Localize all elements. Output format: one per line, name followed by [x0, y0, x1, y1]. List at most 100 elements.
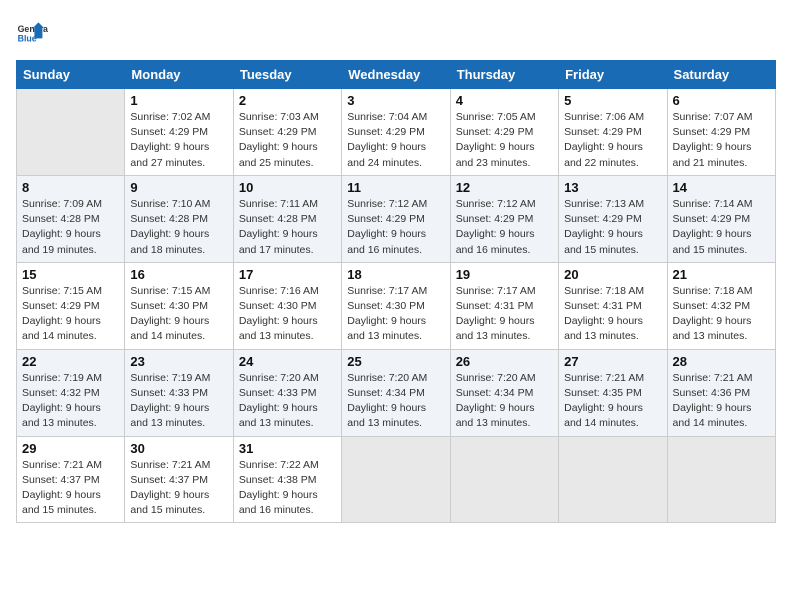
- day-cell: 20 Sunrise: 7:18 AMSunset: 4:31 PMDaylig…: [559, 262, 667, 349]
- day-number: 5: [564, 93, 661, 108]
- day-info: Sunrise: 7:13 AMSunset: 4:29 PMDaylight:…: [564, 197, 661, 258]
- calendar-week-row: 15 Sunrise: 7:15 AMSunset: 4:29 PMDaylig…: [17, 262, 776, 349]
- day-info: Sunrise: 7:20 AMSunset: 4:34 PMDaylight:…: [347, 371, 444, 432]
- day-header: Friday: [559, 61, 667, 89]
- calendar-week-row: 29 Sunrise: 7:21 AMSunset: 4:37 PMDaylig…: [17, 436, 776, 523]
- day-cell: 3 Sunrise: 7:04 AMSunset: 4:29 PMDayligh…: [342, 89, 450, 176]
- day-info: Sunrise: 7:21 AMSunset: 4:37 PMDaylight:…: [22, 458, 119, 519]
- day-cell: 15 Sunrise: 7:15 AMSunset: 4:29 PMDaylig…: [17, 262, 125, 349]
- day-info: Sunrise: 7:15 AMSunset: 4:29 PMDaylight:…: [22, 284, 119, 345]
- day-cell: 14 Sunrise: 7:14 AMSunset: 4:29 PMDaylig…: [667, 175, 775, 262]
- day-number: 3: [347, 93, 444, 108]
- day-number: 9: [130, 180, 227, 195]
- calendar-week-row: 22 Sunrise: 7:19 AMSunset: 4:32 PMDaylig…: [17, 349, 776, 436]
- day-cell: 1 Sunrise: 7:02 AMSunset: 4:29 PMDayligh…: [125, 89, 233, 176]
- empty-day-cell: [667, 436, 775, 523]
- day-cell: 18 Sunrise: 7:17 AMSunset: 4:30 PMDaylig…: [342, 262, 450, 349]
- day-cell: 31 Sunrise: 7:22 AMSunset: 4:38 PMDaylig…: [233, 436, 341, 523]
- day-info: Sunrise: 7:21 AMSunset: 4:37 PMDaylight:…: [130, 458, 227, 519]
- day-cell: 16 Sunrise: 7:15 AMSunset: 4:30 PMDaylig…: [125, 262, 233, 349]
- svg-text:Blue: Blue: [18, 34, 37, 44]
- day-cell: 28 Sunrise: 7:21 AMSunset: 4:36 PMDaylig…: [667, 349, 775, 436]
- empty-day-cell: [17, 89, 125, 176]
- day-info: Sunrise: 7:22 AMSunset: 4:38 PMDaylight:…: [239, 458, 336, 519]
- day-cell: 27 Sunrise: 7:21 AMSunset: 4:35 PMDaylig…: [559, 349, 667, 436]
- day-number: 2: [239, 93, 336, 108]
- day-info: Sunrise: 7:19 AMSunset: 4:32 PMDaylight:…: [22, 371, 119, 432]
- day-info: Sunrise: 7:19 AMSunset: 4:33 PMDaylight:…: [130, 371, 227, 432]
- day-info: Sunrise: 7:18 AMSunset: 4:32 PMDaylight:…: [673, 284, 770, 345]
- day-info: Sunrise: 7:06 AMSunset: 4:29 PMDaylight:…: [564, 110, 661, 171]
- day-number: 16: [130, 267, 227, 282]
- day-header: Thursday: [450, 61, 558, 89]
- day-cell: 6 Sunrise: 7:07 AMSunset: 4:29 PMDayligh…: [667, 89, 775, 176]
- day-cell: 8 Sunrise: 7:09 AMSunset: 4:28 PMDayligh…: [17, 175, 125, 262]
- day-number: 17: [239, 267, 336, 282]
- day-info: Sunrise: 7:02 AMSunset: 4:29 PMDaylight:…: [130, 110, 227, 171]
- logo-icon: General Blue: [16, 16, 48, 48]
- empty-day-cell: [559, 436, 667, 523]
- calendar-week-row: 8 Sunrise: 7:09 AMSunset: 4:28 PMDayligh…: [17, 175, 776, 262]
- day-number: 6: [673, 93, 770, 108]
- day-info: Sunrise: 7:03 AMSunset: 4:29 PMDaylight:…: [239, 110, 336, 171]
- day-number: 15: [22, 267, 119, 282]
- day-cell: 21 Sunrise: 7:18 AMSunset: 4:32 PMDaylig…: [667, 262, 775, 349]
- logo: General Blue: [16, 16, 52, 48]
- day-cell: 13 Sunrise: 7:13 AMSunset: 4:29 PMDaylig…: [559, 175, 667, 262]
- header: General Blue: [16, 16, 776, 48]
- day-number: 26: [456, 354, 553, 369]
- day-header: Monday: [125, 61, 233, 89]
- day-number: 24: [239, 354, 336, 369]
- day-cell: 12 Sunrise: 7:12 AMSunset: 4:29 PMDaylig…: [450, 175, 558, 262]
- day-cell: 29 Sunrise: 7:21 AMSunset: 4:37 PMDaylig…: [17, 436, 125, 523]
- day-info: Sunrise: 7:09 AMSunset: 4:28 PMDaylight:…: [22, 197, 119, 258]
- day-info: Sunrise: 7:16 AMSunset: 4:30 PMDaylight:…: [239, 284, 336, 345]
- day-info: Sunrise: 7:05 AMSunset: 4:29 PMDaylight:…: [456, 110, 553, 171]
- day-info: Sunrise: 7:07 AMSunset: 4:29 PMDaylight:…: [673, 110, 770, 171]
- day-info: Sunrise: 7:20 AMSunset: 4:33 PMDaylight:…: [239, 371, 336, 432]
- day-number: 13: [564, 180, 661, 195]
- day-number: 14: [673, 180, 770, 195]
- day-info: Sunrise: 7:21 AMSunset: 4:36 PMDaylight:…: [673, 371, 770, 432]
- calendar-week-row: 1 Sunrise: 7:02 AMSunset: 4:29 PMDayligh…: [17, 89, 776, 176]
- day-info: Sunrise: 7:17 AMSunset: 4:31 PMDaylight:…: [456, 284, 553, 345]
- day-info: Sunrise: 7:12 AMSunset: 4:29 PMDaylight:…: [456, 197, 553, 258]
- day-cell: 9 Sunrise: 7:10 AMSunset: 4:28 PMDayligh…: [125, 175, 233, 262]
- day-info: Sunrise: 7:14 AMSunset: 4:29 PMDaylight:…: [673, 197, 770, 258]
- day-cell: 24 Sunrise: 7:20 AMSunset: 4:33 PMDaylig…: [233, 349, 341, 436]
- calendar-table: SundayMondayTuesdayWednesdayThursdayFrid…: [16, 60, 776, 523]
- day-cell: 23 Sunrise: 7:19 AMSunset: 4:33 PMDaylig…: [125, 349, 233, 436]
- day-number: 18: [347, 267, 444, 282]
- day-cell: 19 Sunrise: 7:17 AMSunset: 4:31 PMDaylig…: [450, 262, 558, 349]
- day-cell: 5 Sunrise: 7:06 AMSunset: 4:29 PMDayligh…: [559, 89, 667, 176]
- day-number: 10: [239, 180, 336, 195]
- day-cell: 30 Sunrise: 7:21 AMSunset: 4:37 PMDaylig…: [125, 436, 233, 523]
- day-number: 29: [22, 441, 119, 456]
- day-cell: 26 Sunrise: 7:20 AMSunset: 4:34 PMDaylig…: [450, 349, 558, 436]
- day-cell: 11 Sunrise: 7:12 AMSunset: 4:29 PMDaylig…: [342, 175, 450, 262]
- day-number: 21: [673, 267, 770, 282]
- day-info: Sunrise: 7:10 AMSunset: 4:28 PMDaylight:…: [130, 197, 227, 258]
- day-cell: 4 Sunrise: 7:05 AMSunset: 4:29 PMDayligh…: [450, 89, 558, 176]
- day-info: Sunrise: 7:04 AMSunset: 4:29 PMDaylight:…: [347, 110, 444, 171]
- day-info: Sunrise: 7:21 AMSunset: 4:35 PMDaylight:…: [564, 371, 661, 432]
- day-number: 30: [130, 441, 227, 456]
- day-number: 28: [673, 354, 770, 369]
- day-cell: 2 Sunrise: 7:03 AMSunset: 4:29 PMDayligh…: [233, 89, 341, 176]
- day-info: Sunrise: 7:12 AMSunset: 4:29 PMDaylight:…: [347, 197, 444, 258]
- day-info: Sunrise: 7:17 AMSunset: 4:30 PMDaylight:…: [347, 284, 444, 345]
- day-number: 20: [564, 267, 661, 282]
- day-number: 8: [22, 180, 119, 195]
- day-number: 31: [239, 441, 336, 456]
- calendar-header-row: SundayMondayTuesdayWednesdayThursdayFrid…: [17, 61, 776, 89]
- day-number: 4: [456, 93, 553, 108]
- day-header: Tuesday: [233, 61, 341, 89]
- day-number: 22: [22, 354, 119, 369]
- day-number: 12: [456, 180, 553, 195]
- empty-day-cell: [342, 436, 450, 523]
- day-header: Saturday: [667, 61, 775, 89]
- day-info: Sunrise: 7:15 AMSunset: 4:30 PMDaylight:…: [130, 284, 227, 345]
- day-number: 27: [564, 354, 661, 369]
- day-number: 23: [130, 354, 227, 369]
- day-info: Sunrise: 7:11 AMSunset: 4:28 PMDaylight:…: [239, 197, 336, 258]
